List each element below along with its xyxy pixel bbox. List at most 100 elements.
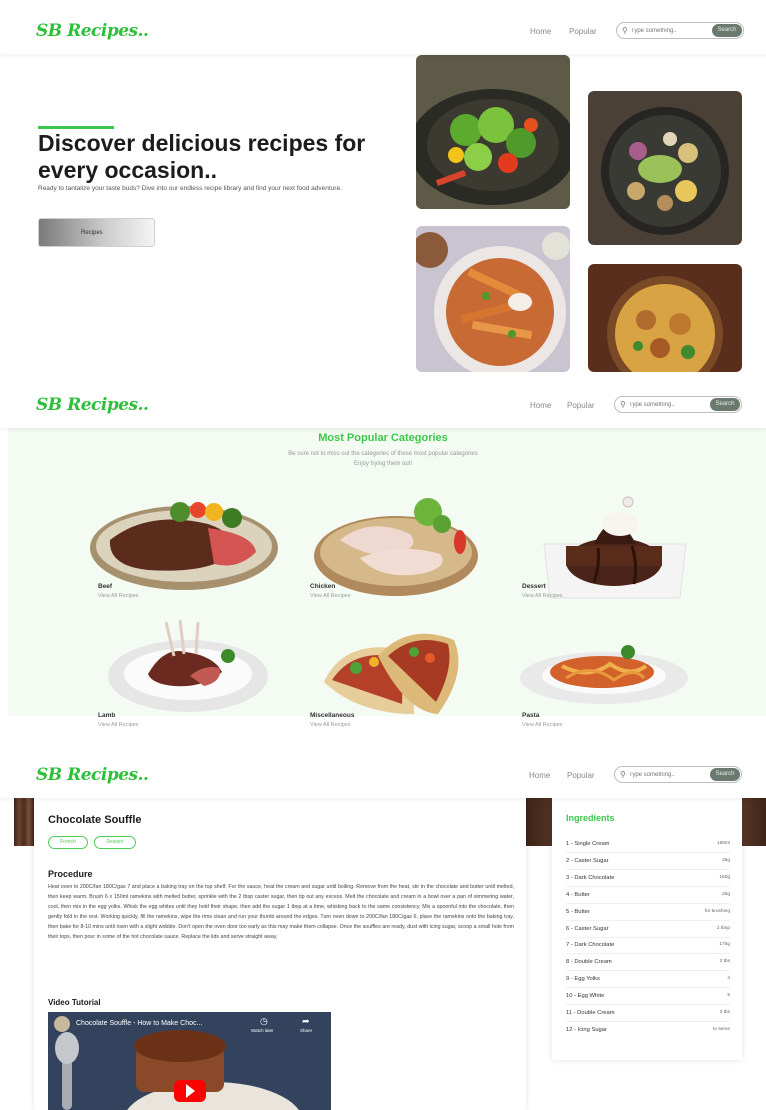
category-miscellaneous-image[interactable] [318,622,470,718]
nav-home-link[interactable]: Home [530,27,551,36]
ingredient-row: 9 - Egg Yolks 4 [566,976,730,982]
ingredient-divider [566,936,730,938]
categories-subtitle: Be sure not to miss out the categories o… [288,451,478,457]
ingredient-row: 7 - Dark Chocolate 175g [566,942,730,948]
ingredient-label: 11 - Double Cream [566,1010,615,1016]
nav-popular-link[interactable]: Popular [569,27,597,36]
category-lamb-image[interactable] [104,616,270,716]
ingredient-quantity: 25g [721,857,730,863]
ingredient-label: 1 - Single Cream [566,841,610,847]
hero-title: Discover delicious recipes for every occ… [38,130,366,183]
ingredient-label: 8 - Double Cream [566,959,612,966]
tag-cuisine[interactable]: French [48,836,88,849]
categories-title: Most Popular Categories [318,432,448,444]
hero-photo-salad [416,55,570,209]
ingredient-divider [566,902,730,904]
search-bar: ⚲ Search [616,22,744,39]
tag-category[interactable]: Dessert [94,836,136,849]
nav-popular-link[interactable]: Popular [567,401,595,410]
search-button[interactable]: Search [710,398,740,411]
brand-logo[interactable]: SB Recipes.. [36,765,149,785]
video-title[interactable]: Chocolate Souffle - How to Make Choc... [76,1020,202,1027]
play-button[interactable] [174,1080,206,1102]
hero-subtitle: Ready to tantalize your taste buds? Dive… [38,185,342,192]
clock-icon[interactable]: ◷ [260,1016,268,1027]
hero-photo-curry [588,264,742,372]
search-button[interactable]: Search [710,768,740,781]
top-navbar: SB Recipes.. Home Popular ⚲ Search [0,8,766,54]
ingredient-label: 4 - Butter [566,891,590,898]
search-input[interactable] [629,399,701,410]
search-icon: ⚲ [622,26,628,35]
category-lamb-count[interactable]: View All Recipes [98,722,139,728]
ingredient-label: 10 - Egg White [566,993,605,1000]
ingredient-row: 10 - Egg White 5 [566,993,730,999]
ingredient-label: 12 - Icing Sugar [566,1026,607,1033]
category-beef-image[interactable] [88,490,280,594]
search-icon: ⚲ [620,770,626,779]
recipes-button[interactable]: Recipes [38,218,155,247]
category-beef-count[interactable]: View All Recipes [98,593,139,599]
category-dessert-count[interactable]: View All Recipes [522,593,563,599]
ingredient-divider [566,868,730,870]
search-bar: ⚲ Search [614,766,742,783]
nav-popular-link[interactable]: Popular [567,771,595,780]
search-button[interactable]: Search [712,24,742,37]
search-input[interactable] [629,769,701,780]
ingredient-row: 8 - Double Cream 3 tbs [566,959,730,965]
nav-home-link[interactable]: Home [529,771,550,780]
category-chicken-image[interactable] [310,494,480,598]
ingredient-label: 6 - Caster Sugar [566,925,609,932]
veggie-bowl-image [588,91,742,245]
search-bar: ⚲ Search [614,396,742,413]
ingredient-quantity: 150g [719,874,730,880]
procedure-text: Heat oven to 200C/fan 180C/gas 7 and pla… [48,884,514,940]
ingredient-quantity: 25g [721,891,730,897]
category-miscellaneous-name[interactable]: Miscellaneous [310,712,354,719]
category-dessert-image[interactable] [540,492,690,600]
ingredient-label: 3 - Dark Chocolate [566,874,615,881]
search-icon: ⚲ [620,400,626,409]
wood-backdrop-left [14,798,34,846]
category-pasta-count[interactable]: View All Recipes [522,722,563,728]
category-dessert-name[interactable]: Dessert [522,583,546,590]
nav-home-link[interactable]: Home [530,401,551,410]
ingredient-divider [566,1004,730,1006]
ingredient-label: 9 - Egg Yolks [566,976,600,983]
share-icon[interactable]: ➦ [302,1016,310,1027]
category-pasta-name[interactable]: Pasta [522,712,539,719]
category-chicken-count[interactable]: View All Recipes [310,593,351,599]
ingredient-quantity: 5 [727,993,730,999]
salad-image [416,55,570,209]
recipe-navbar: SB Recipes.. Home Popular ⚲ Search [0,752,766,798]
play-icon [186,1084,195,1098]
brand-logo[interactable]: SB Recipes.. [36,395,149,415]
video-player[interactable]: Chocolate Souffle - How to Make Choc... … [48,1012,331,1110]
ingredient-quantity: 150ml [716,841,730,846]
ingredient-divider [566,1021,730,1022]
search-input[interactable] [631,25,703,36]
procedure-heading: Procedure [48,869,93,879]
loaded-fries-image [416,226,570,372]
hero-photo-bowl [588,91,742,245]
ingredient-divider [566,852,730,853]
share-label[interactable]: Share [300,1028,312,1033]
categories-subtitle-2: Enjoy trying them out! [353,461,413,467]
brand-logo[interactable]: SB Recipes.. [36,21,149,41]
recipe-title: Chocolate Souffle [48,814,142,826]
category-beef-name[interactable]: Beef [98,583,112,590]
channel-avatar[interactable] [54,1016,70,1032]
ingredients-heading: Ingredients [566,813,615,823]
hero-photo-fries [416,226,570,372]
category-pasta-image[interactable] [518,640,692,712]
ingredient-label: 7 - Dark Chocolate [566,942,615,949]
watch-later-label[interactable]: Watch later [251,1028,274,1033]
ingredient-quantity: 3 tbs [719,959,730,965]
category-lamb-name[interactable]: Lamb [98,712,115,719]
ingredient-row: 6 - Caster Sugar 2 tbsp [566,926,730,932]
ingredient-quantity: for brushing [704,908,730,914]
ingredient-divider [566,987,730,989]
category-miscellaneous-count[interactable]: View All Recipes [310,722,351,728]
ingredient-divider [566,885,730,887]
category-chicken-name[interactable]: Chicken [310,583,335,590]
